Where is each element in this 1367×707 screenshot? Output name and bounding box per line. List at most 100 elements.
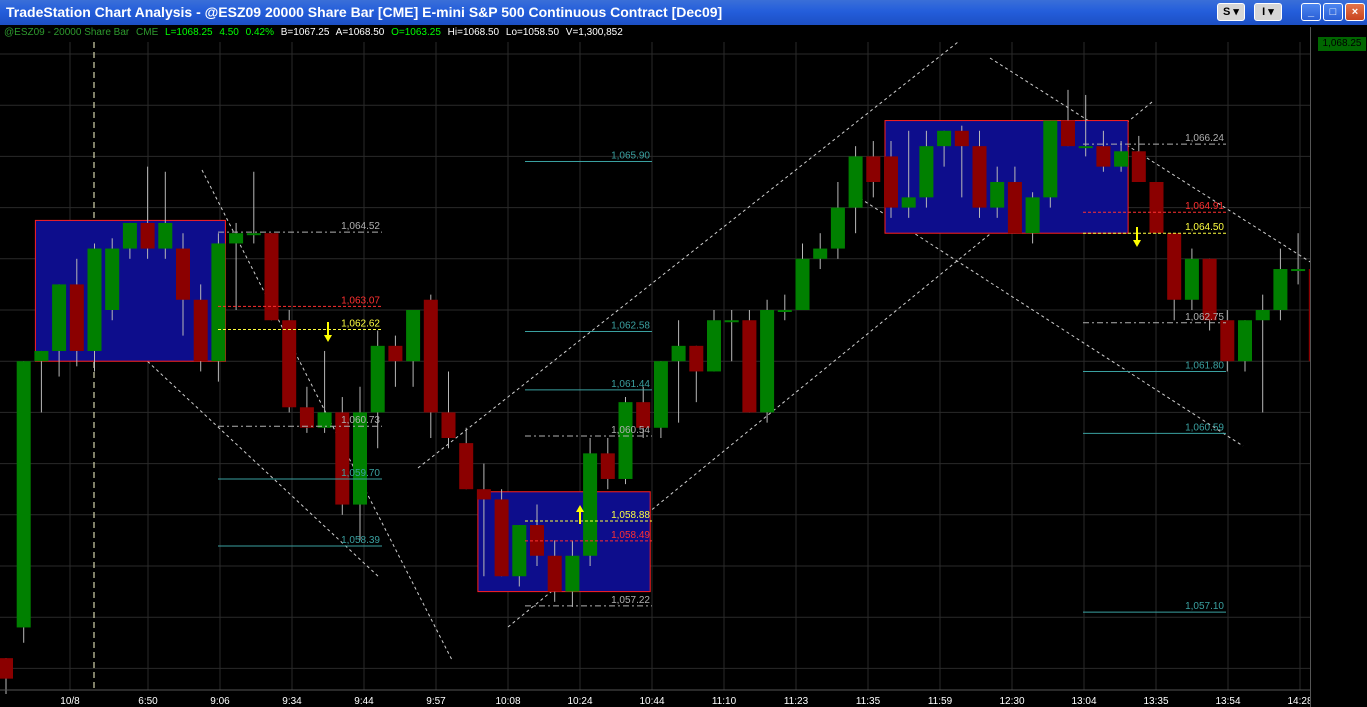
level-label: 1,061.80 bbox=[1185, 360, 1224, 371]
candle-body bbox=[618, 402, 633, 479]
candle-body bbox=[707, 320, 721, 372]
candle-body bbox=[653, 361, 668, 428]
down-arrow-icon bbox=[1133, 227, 1141, 247]
candle-body bbox=[600, 453, 615, 479]
candle-body bbox=[459, 443, 474, 490]
time-axis-label: 6:50 bbox=[138, 696, 158, 707]
level-label: 1,062.75 bbox=[1185, 312, 1224, 323]
candle-body bbox=[282, 320, 297, 408]
level-label: 1,057.10 bbox=[1185, 601, 1224, 612]
candle-body bbox=[370, 345, 385, 413]
candle-body bbox=[1255, 310, 1270, 321]
candle-body bbox=[140, 222, 155, 249]
candle-body bbox=[636, 402, 651, 428]
time-axis-label: 11:10 bbox=[712, 696, 737, 707]
candle-body bbox=[724, 320, 739, 323]
time-axis-label: 9:57 bbox=[426, 696, 446, 707]
time-axis-label: 10:44 bbox=[639, 696, 664, 707]
price-axis[interactable] bbox=[1310, 27, 1367, 707]
candle-body bbox=[441, 412, 456, 438]
maximize-button[interactable]: □ bbox=[1323, 3, 1343, 21]
level-label: 1,058.88 bbox=[611, 510, 650, 521]
candle-body bbox=[512, 525, 527, 577]
candle-body bbox=[229, 233, 244, 244]
trend-line bbox=[417, 41, 959, 469]
level-label: 1,062.62 bbox=[341, 318, 380, 329]
time-axis-label: 14:28 bbox=[1287, 696, 1310, 707]
level-label: 1,058.39 bbox=[341, 535, 380, 546]
candle-body bbox=[1238, 320, 1252, 362]
candle-body bbox=[1114, 151, 1129, 167]
candle-body bbox=[547, 555, 562, 592]
level-label: 1,065.90 bbox=[611, 151, 650, 162]
candle-body bbox=[122, 222, 137, 249]
candle-body bbox=[742, 320, 757, 413]
time-axis-label: 13:54 bbox=[1215, 696, 1240, 707]
candle-body bbox=[1308, 269, 1310, 362]
level-label: 1,060.73 bbox=[341, 415, 380, 426]
candle-body bbox=[866, 156, 881, 182]
candle-body bbox=[423, 299, 438, 413]
candle-body bbox=[937, 130, 952, 147]
candle-body bbox=[954, 130, 969, 147]
level-label: 1,064.50 bbox=[1185, 222, 1224, 233]
level-label: 1,061.44 bbox=[611, 379, 650, 390]
candle-body bbox=[671, 345, 686, 362]
time-axis-label: 10/8 bbox=[60, 696, 80, 707]
time-axis-label: 10:24 bbox=[567, 696, 592, 707]
candle-body bbox=[777, 310, 792, 312]
candle-body bbox=[0, 658, 13, 679]
last-price-marker: 1,068.25 bbox=[1318, 37, 1366, 51]
candle-body bbox=[848, 156, 863, 208]
signal-arrows bbox=[324, 227, 1141, 524]
candle-body bbox=[1291, 269, 1306, 272]
candle-body bbox=[1096, 146, 1111, 167]
candle-body bbox=[884, 156, 898, 208]
level-label: 1,064.91 bbox=[1185, 201, 1224, 212]
time-axis-label: 9:34 bbox=[282, 696, 302, 707]
time-axis-label: 11:23 bbox=[784, 696, 809, 707]
candle-body bbox=[476, 489, 491, 500]
level-label: 1,063.07 bbox=[341, 295, 380, 306]
candle-body bbox=[1149, 182, 1164, 234]
candle-body bbox=[299, 407, 314, 428]
candle-body bbox=[795, 258, 810, 310]
candle-body bbox=[246, 233, 261, 236]
candle-body bbox=[1220, 320, 1235, 362]
level-label: 1,066.24 bbox=[1185, 133, 1224, 144]
level-label: 1,059.70 bbox=[341, 468, 380, 479]
candle-body bbox=[583, 453, 598, 556]
candle-body bbox=[317, 412, 332, 428]
time-axis-label: 10:08 bbox=[495, 696, 520, 707]
candle-body bbox=[388, 345, 403, 362]
close-button[interactable]: × bbox=[1345, 3, 1365, 21]
time-axis-label: 12:30 bbox=[999, 696, 1024, 707]
candle-body bbox=[87, 248, 102, 351]
candle-body bbox=[105, 248, 120, 310]
time-axis-label: 13:04 bbox=[1071, 696, 1096, 707]
candle-body bbox=[760, 310, 775, 413]
candle-body bbox=[1007, 182, 1022, 234]
candle-body bbox=[689, 345, 704, 372]
candle-body bbox=[1061, 120, 1075, 147]
level-label: 1,057.22 bbox=[611, 595, 650, 606]
candle-body bbox=[530, 525, 544, 556]
time-axis-label: 13:35 bbox=[1143, 696, 1168, 707]
level-label: 1,064.52 bbox=[341, 221, 380, 232]
level-label: 1,058.49 bbox=[611, 530, 650, 541]
candle-body bbox=[1184, 258, 1199, 300]
candle-body bbox=[1025, 197, 1040, 234]
level-label: 1,060.59 bbox=[1185, 422, 1224, 433]
candle-body bbox=[565, 555, 580, 592]
time-axis-label: 11:35 bbox=[856, 696, 881, 707]
candle-body bbox=[1078, 146, 1093, 149]
candle-body bbox=[193, 299, 208, 362]
candle-body bbox=[406, 310, 421, 362]
time-axis-label: 9:06 bbox=[210, 696, 230, 707]
down-arrow-icon bbox=[324, 322, 332, 342]
price-chart[interactable]: 1,064.52 1,063.07 1,062.62 1,060.73 1,059.70… bbox=[0, 0, 1310, 707]
candle-body bbox=[1043, 120, 1058, 198]
time-axis-label: 9:44 bbox=[354, 696, 374, 707]
candle-body bbox=[69, 284, 84, 351]
candle-body bbox=[16, 361, 31, 628]
